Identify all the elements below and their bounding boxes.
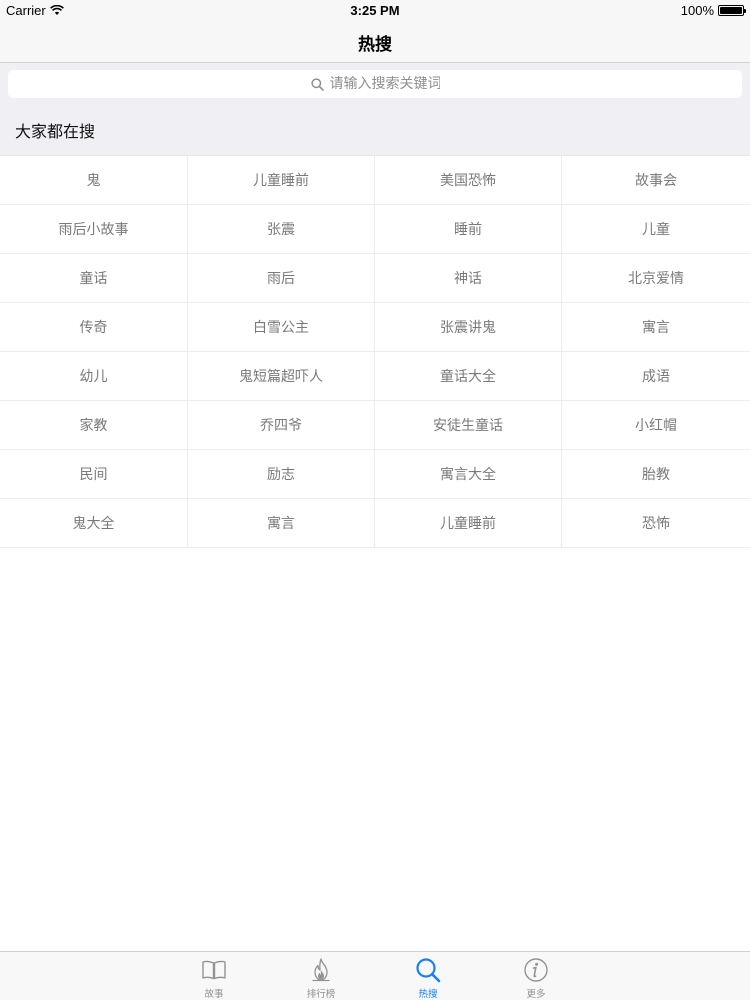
keyword-item[interactable]: 儿童 (562, 205, 750, 254)
tab-label: 更多 (526, 989, 546, 1000)
search-icon (416, 958, 441, 983)
section-title: 大家都在搜 (15, 122, 96, 141)
clock: 3:25 PM (350, 3, 400, 18)
tab-label: 故事 (204, 989, 224, 1000)
info-icon (524, 958, 548, 982)
keyword-item[interactable]: 白雪公主 (188, 303, 375, 352)
keyword-item[interactable]: 雨后 (188, 254, 375, 303)
keyword-item[interactable]: 寓言大全 (375, 450, 562, 499)
keyword-item[interactable]: 励志 (188, 450, 375, 499)
page-title: 热搜 (358, 34, 392, 55)
book-icon (202, 960, 226, 980)
section-header: 大家都在搜 (0, 105, 750, 155)
search-bar (0, 63, 750, 105)
keyword-item[interactable]: 恐怖 (562, 499, 750, 548)
tab-label: 热搜 (418, 989, 438, 1000)
battery-percent: 100% (680, 3, 714, 18)
battery-area: 100% (680, 3, 746, 18)
keyword-item[interactable]: 雨后小故事 (0, 205, 188, 254)
keyword-grid: 鬼儿童睡前 美国恐怖 故事会 雨后小故事 张震 睡前 儿童 童话 雨后 神话 北京爱情 传奇 白雪公主张… (0, 155, 750, 548)
keyword-item[interactable]: 鬼大全 (0, 499, 188, 548)
keyword-item[interactable]: 童话大全 (375, 352, 562, 401)
keyword-item[interactable]: 乔四爷 (188, 401, 375, 450)
keyword-item[interactable]: 民间 (0, 450, 188, 499)
keyword-item[interactable]: 安徒生童话 (375, 401, 562, 450)
keyword-item[interactable]: 寓言 (562, 303, 750, 352)
keyword-item[interactable]: 鬼 (0, 156, 188, 205)
status-bar: Carrier 3:25 PM 100% (0, 0, 750, 22)
keyword-item[interactable]: 北京爱情 (562, 254, 750, 303)
keyword-item[interactable]: 胎教 (562, 450, 750, 499)
tab-stories[interactable]: 故事 (179, 956, 249, 1000)
keyword-item[interactable]: 张震讲鬼 (375, 303, 562, 352)
tab-bar: 故事 排行榜 热搜 更多 (0, 951, 750, 1000)
flame-icon (312, 958, 330, 982)
keyword-item[interactable]: 家教 (0, 401, 188, 450)
keyword-item[interactable]: 寓言 (188, 499, 375, 548)
keyword-item[interactable]: 鬼短篇超吓人 (188, 352, 375, 401)
keyword-item[interactable]: 故事会 (562, 156, 750, 205)
tab-more[interactable]: 更多 (501, 956, 571, 1000)
keyword-item[interactable]: 张震 (188, 205, 375, 254)
search-input[interactable] (329, 76, 440, 92)
keyword-item[interactable]: 传奇 (0, 303, 188, 352)
keyword-item[interactable]: 童话 (0, 254, 188, 303)
keyword-item[interactable]: 儿童睡前 (188, 156, 375, 205)
keyword-item[interactable]: 神话 (375, 254, 562, 303)
keyword-item[interactable]: 美国恐怖 (375, 156, 562, 205)
keyword-item[interactable]: 睡前 (375, 205, 562, 254)
keyword-item[interactable]: 幼儿 (0, 352, 188, 401)
keyword-item[interactable]: 成语 (562, 352, 750, 401)
navigation-bar: 热搜 (0, 22, 750, 63)
tab-hot-search[interactable]: 热搜 (393, 956, 463, 1000)
battery-icon (718, 5, 746, 16)
search-icon (310, 77, 324, 91)
tab-label: 排行榜 (306, 989, 336, 1000)
keyword-item[interactable]: 小红帽 (562, 401, 750, 450)
tab-ranking[interactable]: 排行榜 (286, 956, 356, 1000)
search-box[interactable] (8, 70, 742, 98)
keyword-item[interactable]: 儿童睡前 (375, 499, 562, 548)
